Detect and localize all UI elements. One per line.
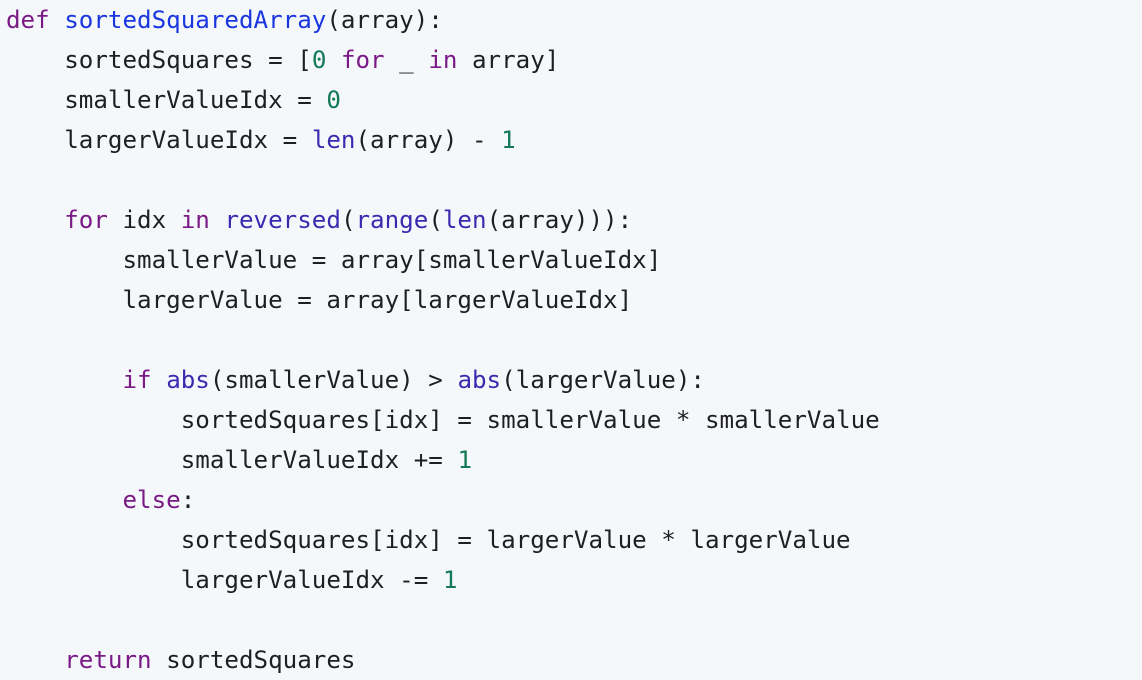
code-token: ( <box>340 206 356 234</box>
keyword-token: def <box>6 6 50 34</box>
code-line: sortedSquares = [0 for _ in array] <box>6 40 559 80</box>
code-line: smallerValue = array[smallerValueIdx] <box>6 240 661 280</box>
code-line: sortedSquares[idx] = smallerValue * smal… <box>6 400 880 440</box>
number-token: 0 <box>326 86 341 114</box>
function-name-token: sortedSquaredArray <box>64 6 327 34</box>
number-token: 1 <box>442 566 458 594</box>
code-token: : <box>180 486 196 514</box>
code-token: ( <box>428 206 443 234</box>
number-token: 1 <box>501 126 516 154</box>
code-line: largerValueIdx = len(array) - 1 <box>6 120 516 160</box>
code-line: else: <box>6 480 196 520</box>
number-token: 0 <box>311 46 327 74</box>
builtin-token: reversed <box>224 206 341 234</box>
code-line: def sortedSquaredArray(array): <box>6 0 443 40</box>
code-token: smallerValueIdx = <box>6 86 327 114</box>
code-token: sortedSquares[idx] = smallerValue * smal… <box>6 406 880 434</box>
keyword-token: for <box>340 46 385 74</box>
keyword-token: else <box>122 486 181 514</box>
builtin-token: range <box>355 206 429 234</box>
builtin-token: len <box>311 126 356 154</box>
code-token: largerValueIdx = <box>6 126 312 154</box>
code-line: for idx in reversed(range(len(array))): <box>6 200 632 240</box>
code-line: return sortedSquares <box>6 640 356 680</box>
code-token: (largerValue): <box>501 366 705 394</box>
code-token: sortedSquares[idx] = largerValue * large… <box>6 526 851 554</box>
code-line: largerValue = array[largerValueIdx] <box>6 280 632 320</box>
keyword-token: in <box>428 46 458 74</box>
code-line: sortedSquares[idx] = largerValue * large… <box>6 520 851 560</box>
code-token: largerValueIdx -= <box>6 566 443 594</box>
code-token: smallerValue = array[smallerValueIdx] <box>6 246 662 274</box>
code-line: smallerValueIdx = 0 <box>6 80 341 120</box>
code-token: idx <box>107 206 181 234</box>
code-token: sortedSquares = [ <box>6 46 312 74</box>
keyword-token: for <box>64 206 108 234</box>
code-token: _ <box>384 46 429 74</box>
number-token: 1 <box>457 446 472 474</box>
builtin-token: len <box>442 206 487 234</box>
code-token: array] <box>457 46 560 74</box>
code-block[interactable]: def sortedSquaredArray(array): sortedSqu… <box>0 0 1142 680</box>
code-token: (smallerValue) > <box>209 366 458 394</box>
code-token: smallerValueIdx += <box>6 446 458 474</box>
keyword-token: in <box>180 206 210 234</box>
code-token: (array))): <box>486 206 633 234</box>
builtin-token: abs <box>457 366 502 394</box>
code-line: if abs(smallerValue) > abs(largerValue): <box>6 360 706 400</box>
code-token: (array) - <box>355 126 502 154</box>
code-token: largerValue = array[largerValueIdx] <box>6 286 633 314</box>
code-token: (array): <box>326 6 443 34</box>
code-token: sortedSquares <box>151 646 356 674</box>
builtin-token: abs <box>166 366 210 394</box>
code-line: largerValueIdx -= 1 <box>6 560 458 600</box>
keyword-token: if <box>122 366 152 394</box>
keyword-token: return <box>64 646 152 674</box>
code-line: smallerValueIdx += 1 <box>6 440 472 480</box>
